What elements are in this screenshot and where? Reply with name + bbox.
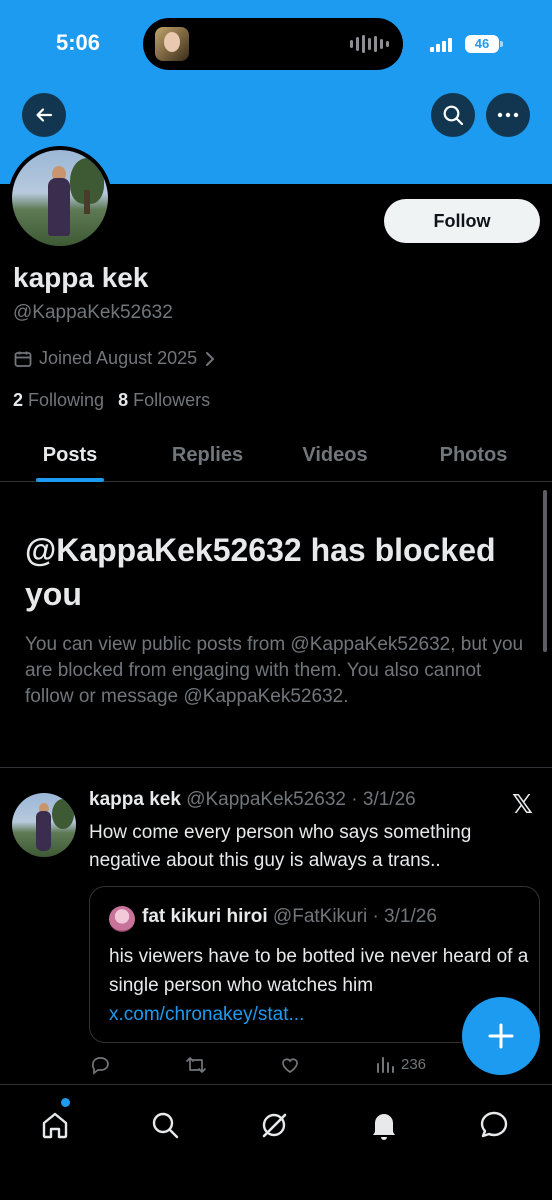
quote-meta: @FatKikuri · 3/1/26	[272, 906, 437, 927]
quote-body: his viewers have to be botted ive never …	[109, 946, 529, 996]
blocked-notice-body: You can view public posts from @KappaKek…	[25, 634, 524, 707]
quote-author-name: fat kikuri hiroi	[142, 906, 268, 927]
tab-videos[interactable]: Videos	[275, 428, 395, 482]
views-icon	[377, 1057, 394, 1073]
followers-label: Followers	[133, 390, 211, 410]
compose-post-button[interactable]	[462, 997, 540, 1075]
profile-tabs: Posts Replies Videos Photos	[0, 428, 552, 482]
tab-photos[interactable]: Photos	[395, 428, 552, 482]
more-button[interactable]	[486, 93, 530, 137]
reply-button[interactable]	[89, 1054, 111, 1076]
tweet-header: kappa kek @KappaKek52632 · 3/1/26	[89, 789, 416, 811]
plus-icon	[488, 1023, 514, 1049]
tweet-text: How come every person who says something…	[89, 822, 472, 871]
following-count: 2	[13, 390, 24, 410]
follow-counts: 2 Following 8 Followers	[13, 390, 210, 411]
now-playing-artwork	[155, 27, 189, 61]
nav-home[interactable]	[35, 1105, 75, 1145]
messages-icon	[480, 1111, 508, 1138]
home-icon	[42, 1112, 68, 1139]
grok-icon	[262, 1113, 287, 1138]
chevron-right-icon	[206, 351, 215, 366]
like-button[interactable]	[279, 1054, 301, 1076]
bottom-navigation	[0, 1084, 552, 1200]
back-button[interactable]	[22, 93, 66, 137]
status-bar: 5:06 46	[0, 0, 552, 92]
tweet-meta: @KappaKek52632 · 3/1/26	[186, 789, 416, 810]
scrollbar[interactable]	[543, 490, 547, 652]
repost-icon	[186, 1057, 206, 1073]
quote-avatar	[109, 906, 135, 932]
nav-notifications[interactable]	[364, 1105, 404, 1145]
tweet-avatar[interactable]	[12, 793, 76, 857]
blocked-notice-title: @KappaKek52632 has blocked you	[25, 532, 496, 612]
quote-header: fat kikuri hiroi @FatKikuri · 3/1/26	[142, 906, 437, 928]
following-label: Following	[28, 390, 105, 410]
notifications-icon	[373, 1114, 395, 1140]
profile-avatar[interactable]	[8, 146, 112, 250]
followers-count: 8	[118, 390, 129, 410]
reply-icon	[91, 1057, 109, 1075]
follow-button[interactable]: Follow	[384, 199, 540, 243]
nav-grok[interactable]	[254, 1105, 294, 1145]
repost-button[interactable]	[184, 1054, 208, 1076]
arrow-left-icon	[36, 108, 53, 122]
views-button[interactable]: 236	[375, 1054, 426, 1074]
tab-posts[interactable]: Posts	[0, 428, 140, 482]
calendar-icon	[14, 351, 32, 367]
audio-waveform-icon	[350, 34, 389, 54]
tweet-actions: 236	[89, 1054, 529, 1080]
tab-replies[interactable]: Replies	[140, 428, 275, 482]
battery-indicator: 46	[465, 35, 499, 53]
views-count: 236	[401, 1055, 427, 1073]
battery-nub	[500, 41, 503, 47]
quote-link[interactable]: x.com/chronakey/stat...	[109, 1004, 304, 1025]
tweet-author-name[interactable]: kappa kek	[89, 789, 181, 810]
x-logo-icon: 𝕏	[512, 789, 533, 819]
nav-search[interactable]	[145, 1105, 185, 1145]
home-notification-dot	[61, 1098, 70, 1107]
status-time: 5:06	[56, 30, 101, 55]
profile-display-name: kappa kek	[13, 262, 149, 293]
signal-icon	[430, 38, 452, 52]
search-icon	[152, 1112, 179, 1139]
following-link[interactable]: 2 Following	[13, 390, 104, 411]
followers-link[interactable]: 8 Followers	[118, 390, 210, 411]
search-icon	[443, 105, 464, 126]
joined-label: Joined August 2025	[39, 348, 198, 368]
dynamic-island[interactable]	[143, 18, 403, 70]
search-button[interactable]	[431, 93, 475, 137]
divider	[0, 767, 552, 768]
nav-messages[interactable]	[474, 1105, 514, 1145]
more-horizontal-icon	[497, 112, 519, 118]
joined-date[interactable]: Joined August 2025	[13, 348, 217, 369]
heart-icon	[282, 1058, 298, 1073]
profile-handle: @KappaKek52632	[13, 302, 173, 323]
